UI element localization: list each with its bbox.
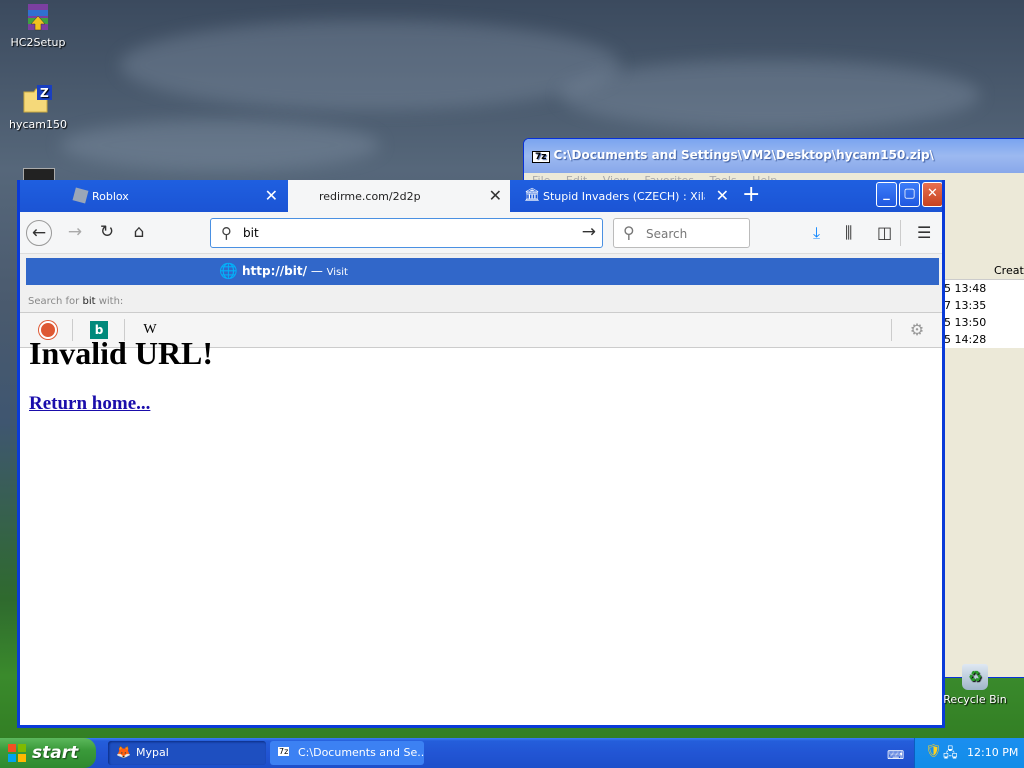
desktop-icon-label: hycam150 — [9, 118, 67, 131]
return-home-link[interactable]: Return home... — [29, 393, 933, 415]
mypal-icon: 🦊 — [116, 745, 131, 759]
download-icon[interactable]: ⤓ — [813, 223, 820, 243]
search-with-label: Search for bit with: — [28, 296, 124, 307]
url-autocomplete-popup: 🌐 http://bit/ — Visit Search for bit wit… — [20, 254, 942, 348]
search-icon: ⚲ — [221, 224, 232, 242]
tab-label: redirme.com/2d2p — [319, 190, 421, 203]
back-button[interactable]: ← — [26, 220, 52, 246]
page-content: Invalid URL! Return home... — [20, 335, 942, 415]
clock[interactable]: 12:10 PM — [967, 746, 1018, 759]
search-icon: ⚲ — [623, 223, 635, 242]
search-placeholder: Search — [646, 227, 688, 241]
home-button[interactable]: ⌂ — [126, 220, 152, 246]
taskbar-button-label: C:\Documents and Se... — [298, 746, 424, 759]
close-tab-icon[interactable]: ✕ — [265, 186, 278, 205]
tab-redirme[interactable]: redirme.com/2d2p ✕ — [288, 180, 510, 212]
suggestion-url: http://bit/ — [242, 264, 307, 278]
desktop-icon-hc2setup[interactable]: HC2Setup — [2, 2, 74, 49]
system-tray: 🛡 🖧 12:10 PM — [914, 738, 1024, 768]
zip-window-titlebar[interactable]: 7z C:\Documents and Settings\VM2\Desktop\… — [524, 139, 1024, 173]
reload-button[interactable]: ↻ — [94, 220, 120, 246]
new-tab-button[interactable]: + — [742, 182, 760, 207]
recycle-bin[interactable]: ♻ Recycle Bin — [940, 664, 1010, 706]
minimize-button[interactable]: _ — [876, 182, 897, 207]
start-label: start — [32, 743, 79, 763]
suggestion-row[interactable]: 🌐 http://bit/ — Visit — [26, 258, 939, 285]
7zip-icon: 7z — [532, 151, 550, 163]
windows-flag-icon — [8, 744, 26, 762]
url-input-value[interactable]: bit — [243, 226, 259, 240]
list-item[interactable]: 5 13:48 — [944, 280, 1024, 297]
archive-org-icon: 🏛 — [524, 188, 541, 203]
tab-label: Roblox — [92, 190, 129, 203]
recycle-bin-label: Recycle Bin — [943, 693, 1007, 706]
svg-text:Z: Z — [40, 86, 49, 100]
sidebar-icon[interactable]: ◫ — [877, 223, 892, 242]
list-item[interactable]: 5 13:50 — [944, 314, 1024, 331]
network-icon[interactable]: 🖧 — [943, 744, 958, 766]
list-item[interactable]: 5 14:28 — [944, 331, 1024, 348]
search-input[interactable]: ⚲ Search — [613, 218, 750, 248]
globe-icon: 🌐 — [219, 262, 238, 280]
navigation-toolbar: ← → ↻ ⌂ ⚲ bit → ⚲ Search ⤓ ⫼ ◫ ☰ — [20, 212, 942, 254]
7zip-icon: 7z — [278, 747, 290, 756]
tab-label: Stupid Invaders (CZECH) : Xilam : — [543, 190, 705, 203]
menu-icon[interactable]: ☰ — [917, 223, 931, 242]
recycle-bin-icon: ♻ — [962, 664, 988, 690]
zip-file-list: Creat 5 13:48 7 13:35 5 13:50 5 14:28 — [944, 262, 1024, 348]
tab-roblox[interactable]: Roblox ✕ — [64, 180, 286, 212]
forward-button[interactable]: → — [62, 220, 88, 246]
winrar-icon — [23, 2, 53, 32]
browser-window[interactable]: Roblox ✕ redirme.com/2d2p ✕ 🏛 Stupid Inv… — [17, 180, 945, 728]
tab-stupid-invaders[interactable]: 🏛 Stupid Invaders (CZECH) : Xilam : ✕ — [513, 180, 737, 212]
zip-folder-icon: Z — [23, 84, 53, 114]
library-icon[interactable]: ⫼ — [845, 223, 852, 243]
taskbar: start 🦊 Mypal 7z C:\Documents and Se... … — [0, 738, 1024, 768]
start-button[interactable]: start — [0, 738, 96, 768]
list-item[interactable]: 7 13:35 — [944, 297, 1024, 314]
taskbar-button-label: Mypal — [136, 746, 169, 759]
suggestion-action: Visit — [326, 267, 348, 278]
toolbar-divider — [900, 220, 901, 246]
page-heading: Invalid URL! — [29, 335, 214, 371]
go-arrow-icon[interactable]: → — [582, 222, 596, 242]
security-shield-icon[interactable]: 🛡 — [925, 744, 942, 759]
desktop-icon-hycam150[interactable]: Z hycam150 — [2, 84, 74, 131]
close-tab-icon[interactable]: ✕ — [489, 186, 502, 205]
taskbar-button-mypal[interactable]: 🦊 Mypal — [108, 741, 266, 765]
keyboard-icon[interactable]: ⌨ — [887, 748, 904, 762]
desktop-icon-label: HC2Setup — [10, 36, 66, 49]
taskbar-button-zip[interactable]: 7z C:\Documents and Se... — [270, 741, 424, 765]
roblox-icon — [72, 187, 89, 204]
url-bar[interactable]: ⚲ bit → — [210, 218, 603, 248]
column-header-created[interactable]: Creat — [944, 262, 1024, 280]
maximize-button[interactable]: ▢ — [899, 182, 920, 207]
zip-window-title: C:\Documents and Settings\VM2\Desktop\hy… — [553, 148, 934, 162]
close-tab-icon[interactable]: ✕ — [716, 186, 729, 205]
tab-bar: Roblox ✕ redirme.com/2d2p ✕ 🏛 Stupid Inv… — [20, 180, 942, 212]
suggestion-dash: — — [310, 264, 323, 278]
close-window-button[interactable]: ✕ — [922, 182, 942, 207]
